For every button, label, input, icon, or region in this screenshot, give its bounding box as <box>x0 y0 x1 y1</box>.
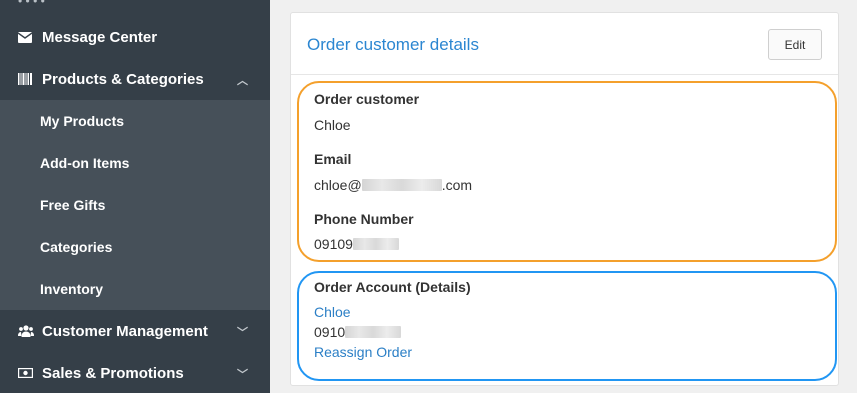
phone-label: Phone Number <box>314 211 414 227</box>
phone-prefix: 09109 <box>314 236 353 252</box>
sidebar-item-label: Message Center <box>42 28 158 46</box>
customer-info-highlight <box>297 81 837 262</box>
order-account-heading: Order Account (Details) <box>314 279 471 295</box>
sidebar-subitem-add-on-items[interactable]: Add-on Items <box>40 142 129 184</box>
barcode-icon <box>18 73 38 85</box>
order-customer-label: Order customer <box>314 91 420 107</box>
sidebar: • • • • Message Center Products & Catego… <box>0 0 270 393</box>
sidebar-subitem-my-products[interactable]: My Products <box>40 100 124 142</box>
edit-button[interactable]: Edit <box>768 29 822 60</box>
sidebar-item-label: Products & Categories <box>42 70 204 88</box>
sidebar-truncated-item: • • • • <box>18 0 88 4</box>
sidebar-subitem-categories[interactable]: Categories <box>40 226 112 268</box>
sidebar-item-sales-promotions[interactable]: Sales & Promotions ﹀ <box>0 352 270 393</box>
sidebar-item-customer-management[interactable]: Customer Management ﹀ <box>0 310 270 352</box>
chevron-down-icon: ﹀ <box>237 369 248 381</box>
account-phone-prefix: 0910 <box>314 324 346 340</box>
email-label: Email <box>314 151 352 167</box>
redacted-block <box>361 179 442 191</box>
email-prefix: chloe@ <box>314 177 362 193</box>
main-content: Order customer details Edit Order custom… <box>270 0 857 393</box>
account-phone: 0910 <box>314 324 402 340</box>
sidebar-subitem-free-gifts[interactable]: Free Gifts <box>40 184 105 226</box>
redacted-block <box>352 238 399 250</box>
sidebar-item-label: Sales & Promotions <box>42 364 184 382</box>
sidebar-item-message-center[interactable]: Message Center <box>0 16 270 58</box>
redacted-block <box>345 326 402 338</box>
email-suffix: .com <box>441 177 473 193</box>
account-name-link[interactable]: Chloe <box>314 304 351 320</box>
card-title: Order customer details <box>307 35 479 54</box>
reassign-order-link[interactable]: Reassign Order <box>314 344 412 360</box>
card-header: Order customer details Edit <box>291 13 838 75</box>
money-icon <box>18 368 38 378</box>
users-icon <box>18 325 38 337</box>
email-value: chloe@ .com <box>314 177 472 193</box>
chevron-down-icon: ﹀ <box>237 327 248 339</box>
chevron-up-icon: ︿ <box>237 75 248 87</box>
sidebar-subitem-inventory[interactable]: Inventory <box>40 268 103 310</box>
phone-value: 09109 <box>314 236 399 252</box>
sidebar-item-products-categories[interactable]: Products & Categories ︿ <box>0 58 270 100</box>
envelope-icon <box>18 31 38 43</box>
sidebar-item-label: Customer Management <box>42 322 208 340</box>
order-customer-name: Chloe <box>314 117 351 133</box>
